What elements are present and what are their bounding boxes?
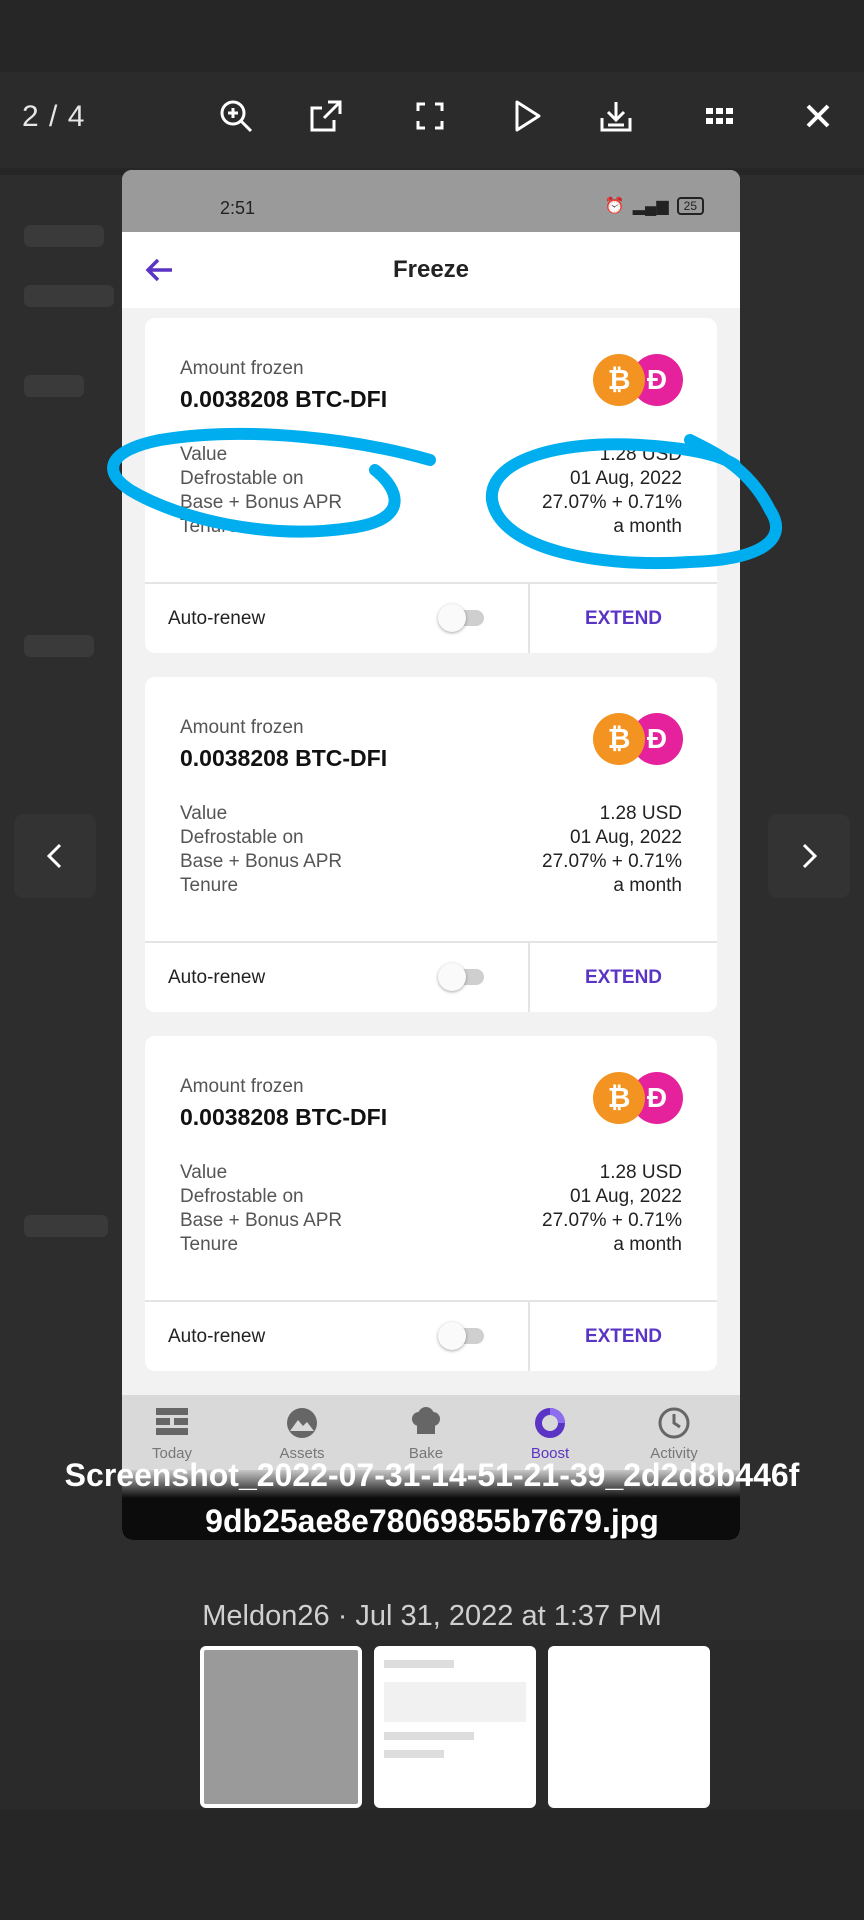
chef-hat-icon [412, 1407, 440, 1434]
detail-row: Defrostable on 01 Aug, 2022 [180, 827, 682, 848]
extend-button[interactable]: EXTEND [530, 608, 717, 630]
detail-row: Tenure a month [180, 516, 682, 537]
auto-renew-label: Auto-renew [168, 608, 266, 629]
phone-screenshot: 2:51 ⏰ ▂▄▆ 25 Freeze Amount frozen 0.003… [122, 170, 740, 1540]
auto-renew-label: Auto-renew [168, 1326, 266, 1347]
boost-icon [535, 1408, 565, 1438]
detail-row: Defrostable on 01 Aug, 2022 [180, 468, 682, 489]
close-icon[interactable] [798, 96, 838, 136]
extend-button[interactable]: EXTEND [530, 1326, 717, 1348]
bitcoin-icon: ₿ [593, 1072, 645, 1124]
detail-row: Tenure a month [180, 1234, 682, 1255]
freeze-card: Amount frozen 0.0038208 BTC-DFI ₿ Đ Valu… [145, 1036, 717, 1371]
next-image-button[interactable] [768, 814, 850, 898]
bitcoin-icon: ₿ [593, 354, 645, 406]
fullscreen-icon[interactable] [410, 96, 450, 136]
viewer-toolbar: 2 / 4 [0, 0, 864, 175]
image-counter: 2 / 4 [22, 100, 86, 133]
mountain-icon [287, 1408, 317, 1438]
bitcoin-icon: ₿ [593, 713, 645, 765]
page-title: Freeze [392, 256, 470, 283]
auto-renew-toggle[interactable] [438, 963, 484, 991]
detail-row: Tenure a month [180, 875, 682, 896]
download-icon[interactable] [596, 96, 636, 136]
auto-renew-label: Auto-renew [168, 967, 266, 988]
detail-row: Base + Bonus APR 27.07% + 0.71% [180, 1210, 682, 1231]
auto-renew-toggle[interactable] [438, 604, 484, 632]
detail-row: Value 1.28 USD [180, 803, 682, 824]
zoom-in-icon[interactable] [216, 96, 256, 136]
auto-renew-toggle[interactable] [438, 1322, 484, 1350]
status-time: 2:51 [220, 198, 256, 218]
clock-icon [658, 1407, 690, 1439]
previous-image-button[interactable] [14, 814, 96, 898]
detail-row: Value 1.28 USD [180, 1162, 682, 1183]
app-bar: Freeze [122, 232, 740, 308]
status-icons: ⏰ ▂▄▆ 25 [605, 196, 704, 216]
detail-row: Value 1.28 USD [180, 444, 682, 465]
amount-value: 0.0038208 BTC-DFI [180, 745, 388, 771]
thumbnail[interactable] [374, 1646, 536, 1808]
extend-button[interactable]: EXTEND [530, 967, 717, 989]
detail-row: Defrostable on 01 Aug, 2022 [180, 1186, 682, 1207]
amount-label: Amount frozen [180, 358, 304, 379]
token-pair-icons: ₿ Đ [593, 1072, 683, 1126]
alarm-icon: ⏰ [604, 198, 625, 215]
open-external-icon[interactable] [306, 96, 346, 136]
token-pair-icons: ₿ Đ [593, 713, 683, 767]
amount-value: 0.0038208 BTC-DFI [180, 1104, 388, 1130]
grid-icon[interactable] [700, 96, 740, 136]
thumbnail[interactable] [548, 1646, 710, 1808]
freeze-card: Amount frozen 0.0038208 BTC-DFI ₿ Đ Valu… [145, 677, 717, 1012]
play-icon[interactable] [506, 96, 546, 136]
signal-icon: ▂▄▆ [632, 198, 669, 215]
detail-row: Base + Bonus APR 27.07% + 0.71% [180, 851, 682, 872]
chevron-left-icon [46, 843, 62, 869]
thumbnail-current[interactable] [200, 1646, 362, 1808]
battery-icon: 25 [676, 197, 704, 215]
image-filename: Screenshot_2022-07-31-14-51-21-39_2d2d8b… [64, 1457, 800, 1539]
amount-label: Amount frozen [180, 717, 304, 738]
image-meta: Meldon26 · Jul 31, 2022 at 1:37 PM [202, 1600, 662, 1632]
detail-row: Base + Bonus APR 27.07% + 0.71% [180, 492, 682, 513]
status-bar: 2:51 ⏰ ▂▄▆ 25 [122, 170, 740, 232]
amount-label: Amount frozen [180, 1076, 304, 1097]
freeze-card: Amount frozen 0.0038208 BTC-DFI ₿ Đ Valu… [145, 318, 717, 653]
footer [0, 1815, 864, 1920]
bricks-icon [156, 1408, 188, 1435]
chevron-right-icon [802, 843, 818, 869]
token-pair-icons: ₿ Đ [593, 354, 683, 408]
amount-value: 0.0038208 BTC-DFI [180, 386, 388, 412]
